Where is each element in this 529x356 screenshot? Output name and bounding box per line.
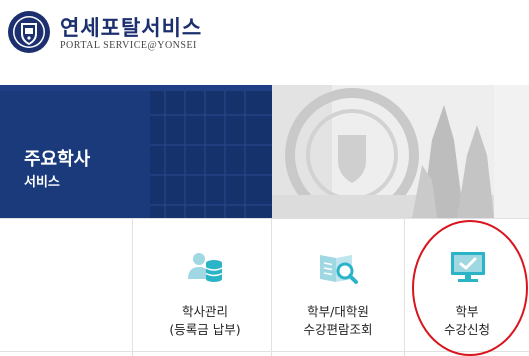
tile-course-catalog[interactable]: 학부/대학원 수강편람조회 <box>272 219 405 356</box>
campus-photo-icon <box>272 85 529 218</box>
banner-title: 주요학사 <box>24 149 91 170</box>
tiles-bottom-divider <box>0 351 529 352</box>
tile-label-line1: 학부 <box>455 304 479 319</box>
tile-label-line1: 학사관리 <box>181 304 228 319</box>
tile-empty <box>0 219 133 356</box>
tile-label-line2: (등록금 납부) <box>169 322 241 337</box>
tile-academic-management[interactable]: 학사관리 (등록금 납부) <box>139 219 272 356</box>
tile-label-line2: 수강신청 <box>443 322 490 337</box>
portal-title: 연세포탈서비스 <box>60 16 203 40</box>
tile-label-line1: 학부/대학원 <box>307 304 369 319</box>
yonsei-logo-icon[interactable] <box>7 10 51 54</box>
monitor-check-icon <box>451 252 485 282</box>
book-search-icon <box>320 255 358 284</box>
tile-course-registration[interactable]: 학부 수강신청 <box>405 219 529 356</box>
banner-campus-image <box>272 85 529 218</box>
banner-subtitle: 서비스 <box>24 175 60 190</box>
banner-main: 주요학사 서비스 <box>0 85 272 218</box>
portal-subtitle: PORTAL SERVICE@YONSEI <box>60 40 197 51</box>
portal-header: 연세포탈서비스 PORTAL SERVICE@YONSEI <box>0 0 529 80</box>
tile-label-line2: 수강편람조회 <box>303 322 373 337</box>
user-database-icon <box>188 253 223 282</box>
service-tiles: 학사관리 (등록금 납부) 학부/대학원 수강편람조회 학부 수강신청 <box>0 218 529 356</box>
